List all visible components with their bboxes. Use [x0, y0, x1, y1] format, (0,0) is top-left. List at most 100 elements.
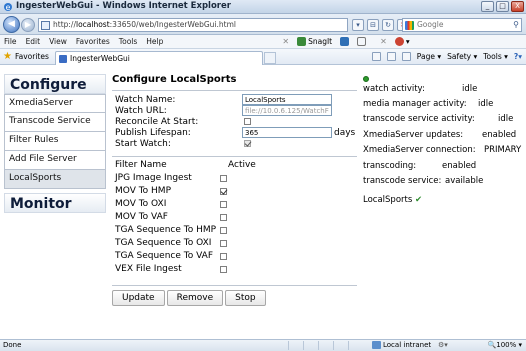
status-indicator-icon	[363, 76, 369, 82]
media-manager-value: idle	[478, 99, 494, 109]
watch-activity-label: watch activity:	[363, 84, 425, 94]
intranet-icon	[372, 341, 381, 349]
snagit-icon	[297, 37, 307, 46]
filter-active-checkbox[interactable]	[220, 214, 227, 221]
window-titlebar: e IngesterWebGui - Windows Internet Expl…	[0, 0, 526, 14]
menu-bar: File Edit View Favorites Tools Help ✕ Sn…	[0, 35, 526, 49]
transcode-activity-label: transcode service activity:	[363, 114, 475, 124]
security-zone[interactable]: Local intranet	[372, 341, 431, 349]
snagit-button[interactable]: SnagIt	[297, 37, 332, 46]
minimize-button[interactable]: _	[481, 1, 494, 12]
favorites-star-icon[interactable]: ★	[3, 51, 12, 62]
update-button[interactable]: Update	[112, 290, 165, 306]
menu-edit[interactable]: Edit	[26, 37, 41, 46]
xms-updates-value: enabled	[482, 130, 517, 140]
filter-row: MOV To OXI	[112, 199, 357, 212]
filter-name: VEX File Ingest	[115, 264, 182, 274]
filter-active-header: Active	[228, 160, 256, 170]
favorites-label[interactable]: Favorites	[15, 52, 49, 61]
menu-view[interactable]: View	[49, 37, 67, 46]
nav-item-add-file-server[interactable]: Add File Server	[4, 151, 106, 170]
nav-item-localsports[interactable]: LocalSports	[4, 170, 106, 189]
reconcile-checkbox[interactable]	[244, 118, 251, 125]
search-icon[interactable]: ⚲	[513, 20, 519, 29]
zoom-control[interactable]: 🔍100% ▾	[488, 341, 522, 349]
menu-file[interactable]: File	[4, 37, 17, 46]
window-title: IngesterWebGui - Windows Internet Explor…	[16, 1, 231, 11]
address-input[interactable]: http://localhost:33650/web/IngesterWebGu…	[38, 18, 348, 32]
protected-mode-icon[interactable]: ⚙▾	[438, 341, 448, 349]
filter-row: MOV To VAF	[112, 212, 357, 225]
filter-active-checkbox[interactable]	[220, 175, 227, 182]
filter-active-checkbox[interactable]	[220, 227, 227, 234]
watch-url-input[interactable]	[242, 105, 332, 116]
filter-row: TGA Sequence To HMP	[112, 225, 357, 238]
filter-name: JPG Image Ingest	[115, 173, 192, 183]
nav-item-filter-rules[interactable]: Filter Rules	[4, 132, 106, 151]
safety-menu[interactable]: Safety ▾	[447, 52, 477, 61]
menu-favorites[interactable]: Favorites	[76, 37, 110, 46]
browser-tab[interactable]: IngesterWebGui	[55, 51, 263, 65]
close-button[interactable]: X	[511, 1, 524, 12]
remove-button[interactable]: Remove	[166, 290, 224, 306]
help-icon[interactable]: ?▾	[514, 52, 522, 61]
monitor-heading[interactable]: Monitor	[4, 193, 106, 213]
nav-item-transcode-service[interactable]: Transcode Service	[4, 113, 106, 132]
new-tab-button[interactable]	[264, 52, 276, 64]
filter-active-checkbox[interactable]	[220, 201, 227, 208]
xms-updates-label: XmediaServer updates:	[363, 130, 464, 140]
statusbar-cell	[288, 341, 302, 350]
favorites-bar: ★ Favorites IngesterWebGui Page ▾ Safety…	[0, 49, 526, 65]
form-heading: Configure LocalSports	[112, 74, 237, 85]
search-input[interactable]	[417, 20, 509, 29]
watch-name-label: Watch Name:	[115, 95, 176, 105]
close-snagit-icon[interactable]: ✕	[380, 37, 387, 46]
statusbar-cell	[348, 341, 362, 350]
print-icon[interactable]	[401, 52, 411, 61]
back-arrow-icon: ◀	[8, 19, 15, 29]
left-nav: Configure XmediaServer Transcode Service…	[4, 74, 106, 213]
transcoding-value: enabled	[442, 161, 477, 171]
filter-name: MOV To HMP	[115, 186, 172, 196]
nav-item-xmediaserver[interactable]: XmediaServer	[4, 94, 106, 113]
compatibility-icon[interactable]: ⊟	[367, 19, 379, 31]
filter-active-checkbox[interactable]	[220, 253, 227, 260]
camera-icon	[340, 37, 350, 46]
filter-active-checkbox[interactable]	[220, 240, 227, 247]
divider	[112, 90, 357, 91]
watch-name-input[interactable]	[242, 94, 332, 105]
watch-url-label: Watch URL:	[115, 106, 167, 116]
forward-button[interactable]: ▶	[21, 18, 35, 32]
dropdown-icon[interactable]: ▾	[352, 19, 364, 31]
addon-button[interactable]: ▾	[394, 37, 410, 46]
start-watch-label: Start Watch:	[115, 139, 171, 149]
stop-button[interactable]: Stop	[225, 290, 266, 306]
filter-active-checkbox[interactable]	[220, 266, 227, 273]
address-toolbar: ◀ ▶ http://localhost:33650/web/IngesterW…	[0, 14, 526, 35]
page-menu[interactable]: Page ▾	[417, 52, 441, 61]
refresh-icon[interactable]: ↻	[382, 19, 394, 31]
transcoding-label: transcoding:	[363, 161, 417, 171]
internet-explorer-icon: e	[4, 3, 12, 12]
transcode-service-label: transcode service:	[363, 176, 442, 186]
search-box[interactable]: ⚲	[402, 18, 522, 32]
filter-active-checkbox[interactable]	[220, 188, 227, 195]
home-icon[interactable]	[371, 52, 381, 61]
edit-button[interactable]	[357, 37, 367, 46]
capture-button[interactable]	[340, 37, 350, 46]
menu-tools[interactable]: Tools	[119, 37, 137, 46]
close-toolbar-icon[interactable]: ✕	[282, 37, 289, 46]
menu-help[interactable]: Help	[146, 37, 163, 46]
media-manager-label: media manager activity:	[363, 99, 467, 109]
publish-lifespan-input[interactable]	[242, 127, 332, 138]
xms-connection-label: XmediaServer connection:	[363, 145, 476, 155]
feeds-icon[interactable]	[386, 52, 396, 61]
statusbar-cell	[318, 341, 332, 350]
back-button[interactable]: ◀	[3, 16, 20, 33]
svg-text:e: e	[6, 3, 11, 12]
google-icon	[405, 21, 414, 30]
filter-row: TGA Sequence To VAF	[112, 251, 357, 264]
maximize-button[interactable]: □	[496, 1, 509, 12]
tools-menu[interactable]: Tools ▾	[483, 52, 508, 61]
page-content: Configure XmediaServer Transcode Service…	[0, 66, 526, 339]
